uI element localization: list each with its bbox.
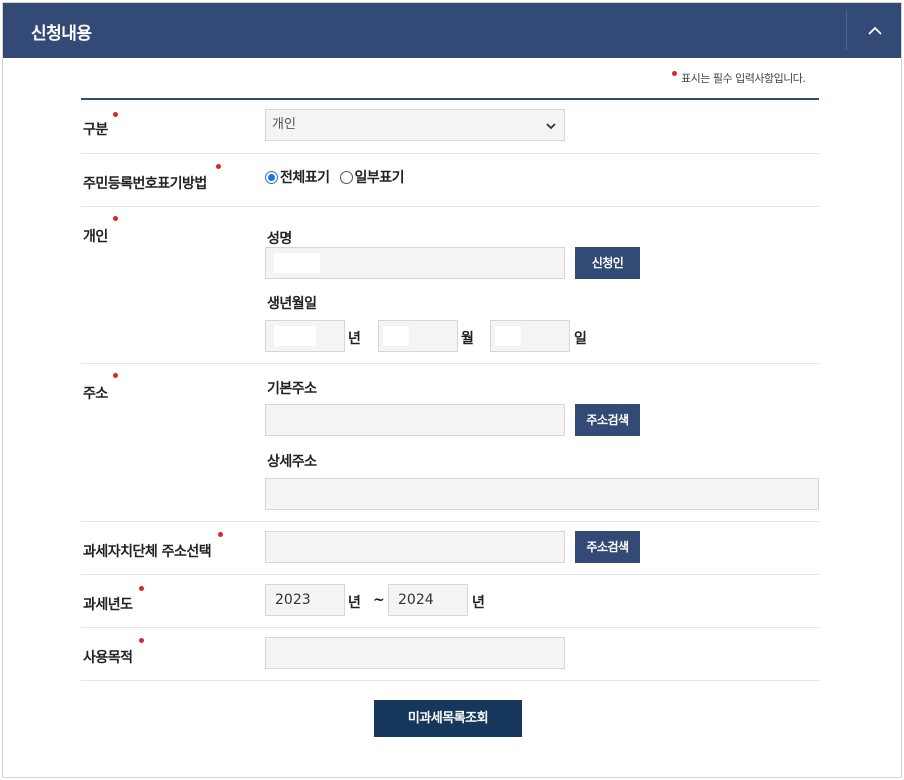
category-label: 구분 xyxy=(83,122,108,138)
radio-partial-display-label: 일부표기 xyxy=(354,170,405,186)
individual-label: 개인 xyxy=(83,229,108,245)
masked-value xyxy=(383,326,409,346)
purpose-input[interactable] xyxy=(265,637,565,669)
row-divider xyxy=(81,206,819,207)
birthdate-label: 생년월일 xyxy=(267,296,317,312)
rrn-display-label: 주민등록번호표기방법 xyxy=(83,176,207,192)
row-divider xyxy=(81,627,819,628)
detail-address-input[interactable] xyxy=(265,478,819,510)
radio-full-display[interactable]: 전체표기 xyxy=(265,167,330,187)
tax-year-label: 과세년도 xyxy=(83,597,133,613)
detail-address-label: 상세주소 xyxy=(267,454,317,470)
non-taxed-list-search-button[interactable]: 미과세목록조회 xyxy=(374,700,522,737)
basic-address-label: 기본주소 xyxy=(267,381,317,397)
masked-value xyxy=(274,326,316,346)
required-dot-icon xyxy=(139,586,144,591)
table-top-border xyxy=(81,98,819,100)
required-dot-icon xyxy=(113,112,118,117)
tax-authority-input[interactable] xyxy=(265,531,565,563)
tax-year-from-input[interactable]: 2023 xyxy=(265,584,345,616)
panel-title: 신청내용 xyxy=(31,24,92,44)
required-note: 표시는 필수 입력사항입니다. xyxy=(672,70,806,86)
row-divider xyxy=(81,363,819,364)
radio-unchecked-icon xyxy=(339,170,353,184)
category-select[interactable]: 개인 xyxy=(265,109,565,141)
row-divider xyxy=(81,153,819,154)
basic-address-input[interactable] xyxy=(265,404,565,436)
required-dot-icon xyxy=(216,164,221,169)
tax-authority-search-button[interactable]: 주소검색 xyxy=(575,531,640,563)
required-dot-icon xyxy=(113,373,118,378)
radio-partial-display[interactable]: 일부표기 xyxy=(339,167,405,187)
required-note-text: 표시는 필수 입력사항입니다. xyxy=(681,72,806,85)
tax-year-to-unit: 년 xyxy=(472,595,485,611)
category-select-value: 개인 xyxy=(272,117,296,132)
rrn-display-radio-group: 전체표기 일부표기 xyxy=(265,167,414,187)
address-label: 주소 xyxy=(83,386,108,402)
radio-checked-icon xyxy=(265,170,278,184)
row-divider xyxy=(81,680,819,681)
applicant-button[interactable]: 신청인 xyxy=(575,247,640,279)
tax-year-to-value: 2024 xyxy=(398,592,434,608)
name-input[interactable] xyxy=(265,247,565,279)
row-divider xyxy=(81,574,819,575)
name-label: 성명 xyxy=(267,231,292,247)
birth-month-input[interactable] xyxy=(378,320,458,352)
year-unit: 년 xyxy=(348,331,361,347)
purpose-label: 사용목적 xyxy=(83,650,133,666)
chevron-down-icon xyxy=(546,123,556,130)
required-dot-icon xyxy=(218,532,223,537)
panel-header: 신청내용 xyxy=(3,3,901,58)
tax-authority-label: 과세자치단체 주소선택 xyxy=(83,544,212,560)
required-dot-icon xyxy=(672,71,677,76)
address-search-button[interactable]: 주소검색 xyxy=(575,404,640,436)
required-dot-icon xyxy=(113,216,118,221)
chevron-up-icon xyxy=(868,26,882,35)
birth-day-input[interactable] xyxy=(490,320,570,352)
birth-year-input[interactable] xyxy=(265,320,345,352)
masked-value xyxy=(495,326,521,346)
required-dot-icon xyxy=(139,638,144,643)
day-unit: 일 xyxy=(574,331,587,347)
tax-year-separator: ~ xyxy=(373,592,385,608)
collapse-toggle-button[interactable] xyxy=(849,3,901,58)
header-divider xyxy=(846,11,847,50)
tax-year-from-unit: 년 xyxy=(348,595,361,611)
row-divider xyxy=(81,521,819,522)
tax-year-to-input[interactable]: 2024 xyxy=(388,584,468,616)
masked-value xyxy=(274,253,320,273)
month-unit: 월 xyxy=(461,331,474,347)
radio-full-display-label: 전체표기 xyxy=(280,170,330,186)
tax-year-from-value: 2023 xyxy=(275,592,311,608)
